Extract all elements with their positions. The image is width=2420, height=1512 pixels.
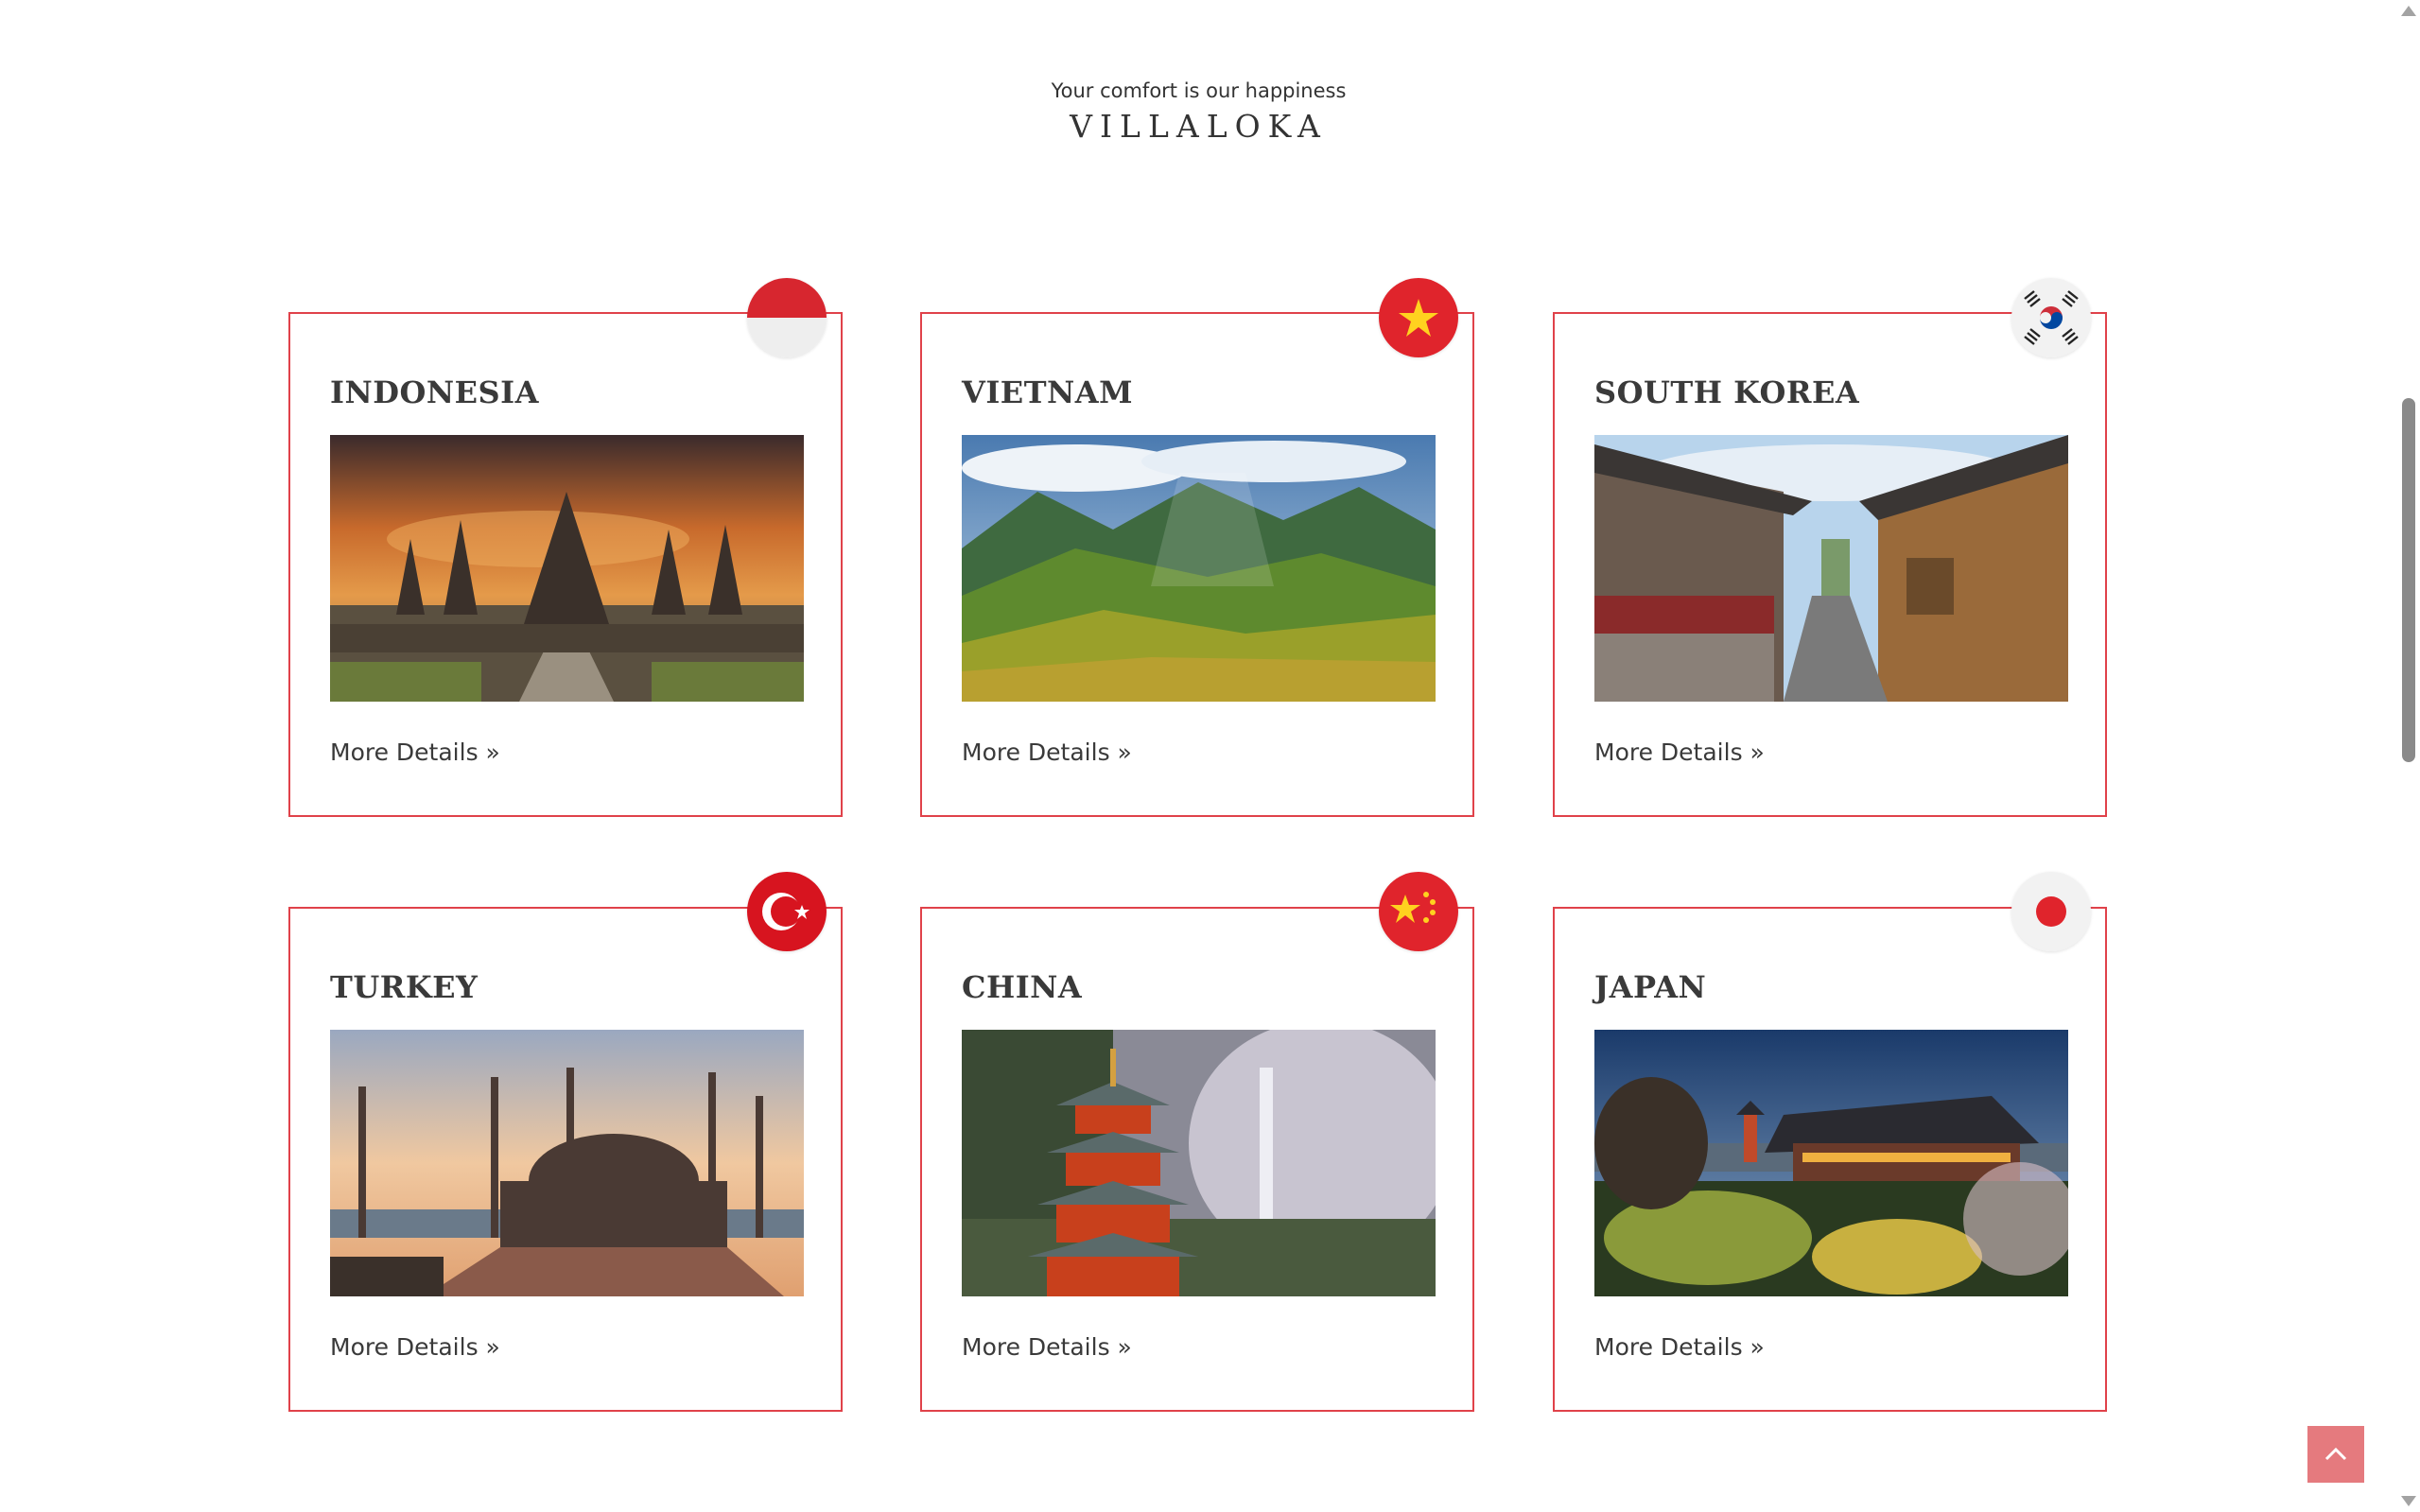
indonesia-flag-icon: [747, 278, 827, 357]
more-details-link[interactable]: More Details »: [330, 739, 500, 766]
japan-flag-icon: [2011, 872, 2091, 951]
card-title: INDONESIA: [330, 374, 539, 410]
page: Your comfort is our happiness VILLALOKA …: [0, 0, 2420, 1512]
destination-card-china: CHINA More Details »: [920, 907, 1474, 1412]
chevron-up-icon: [2324, 1447, 2347, 1461]
card-image-indonesia: [330, 435, 804, 702]
more-details-link[interactable]: More Details »: [1594, 739, 1765, 766]
destination-card-south-korea: SOUTH KOREA More Details »: [1553, 312, 2107, 817]
card-title: JAPAN: [1594, 969, 1707, 1005]
south-korea-flag-icon: [2011, 278, 2091, 357]
card-title: CHINA: [962, 969, 1083, 1005]
card-image-china: [962, 1030, 1436, 1296]
card-image-japan: [1594, 1030, 2068, 1296]
card-image-south-korea: [1594, 435, 2068, 702]
destination-card-indonesia: INDONESIA More Details »: [288, 312, 843, 817]
card-image-turkey: [330, 1030, 804, 1296]
china-flag-icon: [1379, 872, 1458, 951]
destination-card-turkey: TURKEY More Details »: [288, 907, 843, 1412]
card-image-vietnam: [962, 435, 1436, 702]
card-title: SOUTH KOREA: [1594, 374, 1860, 410]
back-to-top-button[interactable]: [2307, 1426, 2364, 1483]
scroll-up-arrow-icon[interactable]: [2401, 6, 2416, 16]
scroll-down-arrow-icon[interactable]: [2401, 1496, 2416, 1506]
vertical-scrollbar[interactable]: [2397, 0, 2420, 1512]
destination-card-vietnam: VIETNAM More Details »: [920, 312, 1474, 817]
destination-card-japan: JAPAN More Details »: [1553, 907, 2107, 1412]
card-title: TURKEY: [330, 969, 479, 1005]
vietnam-flag-icon: [1379, 278, 1458, 357]
card-title: VIETNAM: [962, 374, 1133, 410]
brand-title: VILLALOKA: [1070, 108, 1328, 145]
tagline: Your comfort is our happiness: [1051, 79, 1347, 102]
turkey-flag-icon: [747, 872, 827, 951]
scrollbar-thumb[interactable]: [2402, 398, 2415, 762]
more-details-link[interactable]: More Details »: [1594, 1333, 1765, 1361]
more-details-link[interactable]: More Details »: [962, 1333, 1132, 1361]
more-details-link[interactable]: More Details »: [330, 1333, 500, 1361]
more-details-link[interactable]: More Details »: [962, 739, 1132, 766]
